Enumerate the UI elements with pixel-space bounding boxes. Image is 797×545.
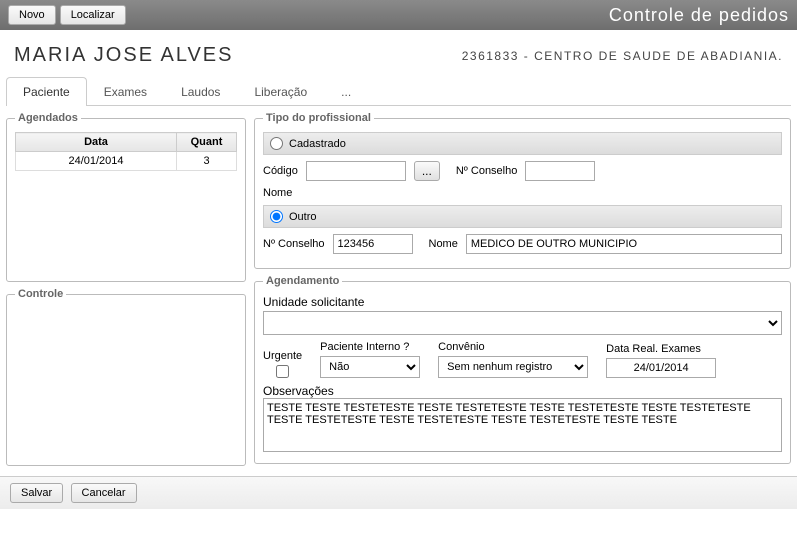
nconselho-outro-label: Nº Conselho: [263, 238, 325, 250]
unidade-label: Unidade solicitante: [263, 295, 364, 309]
tipo-profissional-fieldset: Tipo do profissional Cadastrado Código .…: [254, 112, 791, 269]
tab-paciente[interactable]: Paciente: [6, 77, 87, 106]
codigo-lookup-button[interactable]: ...: [414, 161, 440, 181]
agendamento-legend: Agendamento: [263, 275, 342, 287]
bottom-bar: Salvar Cancelar: [0, 476, 797, 509]
agendados-fieldset: Agendados Data Quant 24/01/2014 3: [6, 112, 246, 282]
agendados-table: Data Quant 24/01/2014 3: [15, 132, 237, 171]
radio-cadastrado-label: Cadastrado: [289, 138, 346, 150]
nome-outro-label: Nome: [429, 238, 458, 250]
observacoes-textarea[interactable]: [263, 398, 782, 452]
top-toolbar: Novo Localizar Controle de pedidos: [0, 0, 797, 30]
patient-name: MARIA JOSE ALVES: [14, 44, 233, 67]
nconselho-cad-label: Nº Conselho: [456, 165, 518, 177]
controle-fieldset: Controle: [6, 288, 246, 466]
convenio-label: Convênio: [438, 341, 588, 353]
col-quant: Quant: [177, 133, 237, 152]
nome-cad-label: Nome: [263, 187, 292, 199]
unidade-select[interactable]: [263, 311, 782, 335]
urgente-checkbox[interactable]: [276, 365, 289, 378]
codigo-label: Código: [263, 165, 298, 177]
tab-liberacao[interactable]: Liberação: [237, 77, 324, 106]
tab-laudos[interactable]: Laudos: [164, 77, 237, 106]
urgente-label: Urgente: [263, 350, 302, 362]
radio-outro-label: Outro: [289, 211, 317, 223]
salvar-button[interactable]: Salvar: [10, 483, 63, 503]
nconselho-cad-input[interactable]: [525, 161, 595, 181]
radio-cadastrado[interactable]: [270, 137, 283, 150]
window-title: Controle de pedidos: [609, 5, 789, 26]
tipo-legend: Tipo do profissional: [263, 112, 374, 124]
tab-more[interactable]: ...: [324, 77, 368, 106]
cell-quant: 3: [177, 152, 237, 171]
table-row[interactable]: 24/01/2014 3: [16, 152, 237, 171]
controle-legend: Controle: [15, 288, 66, 300]
nome-outro-input[interactable]: [466, 234, 782, 254]
col-data: Data: [16, 133, 177, 152]
paciente-interno-label: Paciente Interno ?: [320, 341, 420, 353]
convenio-select[interactable]: Sem nenhum registro: [438, 356, 588, 378]
novo-button[interactable]: Novo: [8, 5, 56, 25]
observacoes-label: Observações: [263, 384, 334, 398]
data-real-label: Data Real. Exames: [606, 343, 716, 355]
agendamento-fieldset: Agendamento Unidade solicitante Urgente …: [254, 275, 791, 464]
radio-outro-row[interactable]: Outro: [263, 205, 782, 228]
localizar-button[interactable]: Localizar: [60, 5, 126, 25]
cancelar-button[interactable]: Cancelar: [71, 483, 137, 503]
agendados-legend: Agendados: [15, 112, 81, 124]
tab-bar: Paciente Exames Laudos Liberação ...: [6, 77, 791, 106]
header-row: MARIA JOSE ALVES 2361833 - CENTRO DE SAU…: [0, 30, 797, 77]
location-text: 2361833 - CENTRO DE SAUDE DE ABADIANIA.: [462, 49, 783, 63]
radio-outro[interactable]: [270, 210, 283, 223]
cell-data: 24/01/2014: [16, 152, 177, 171]
data-real-input[interactable]: [606, 358, 716, 378]
radio-cadastrado-row[interactable]: Cadastrado: [263, 132, 782, 155]
paciente-interno-select[interactable]: Não: [320, 356, 420, 378]
tab-exames[interactable]: Exames: [87, 77, 164, 106]
codigo-input[interactable]: [306, 161, 406, 181]
nconselho-outro-input[interactable]: [333, 234, 413, 254]
